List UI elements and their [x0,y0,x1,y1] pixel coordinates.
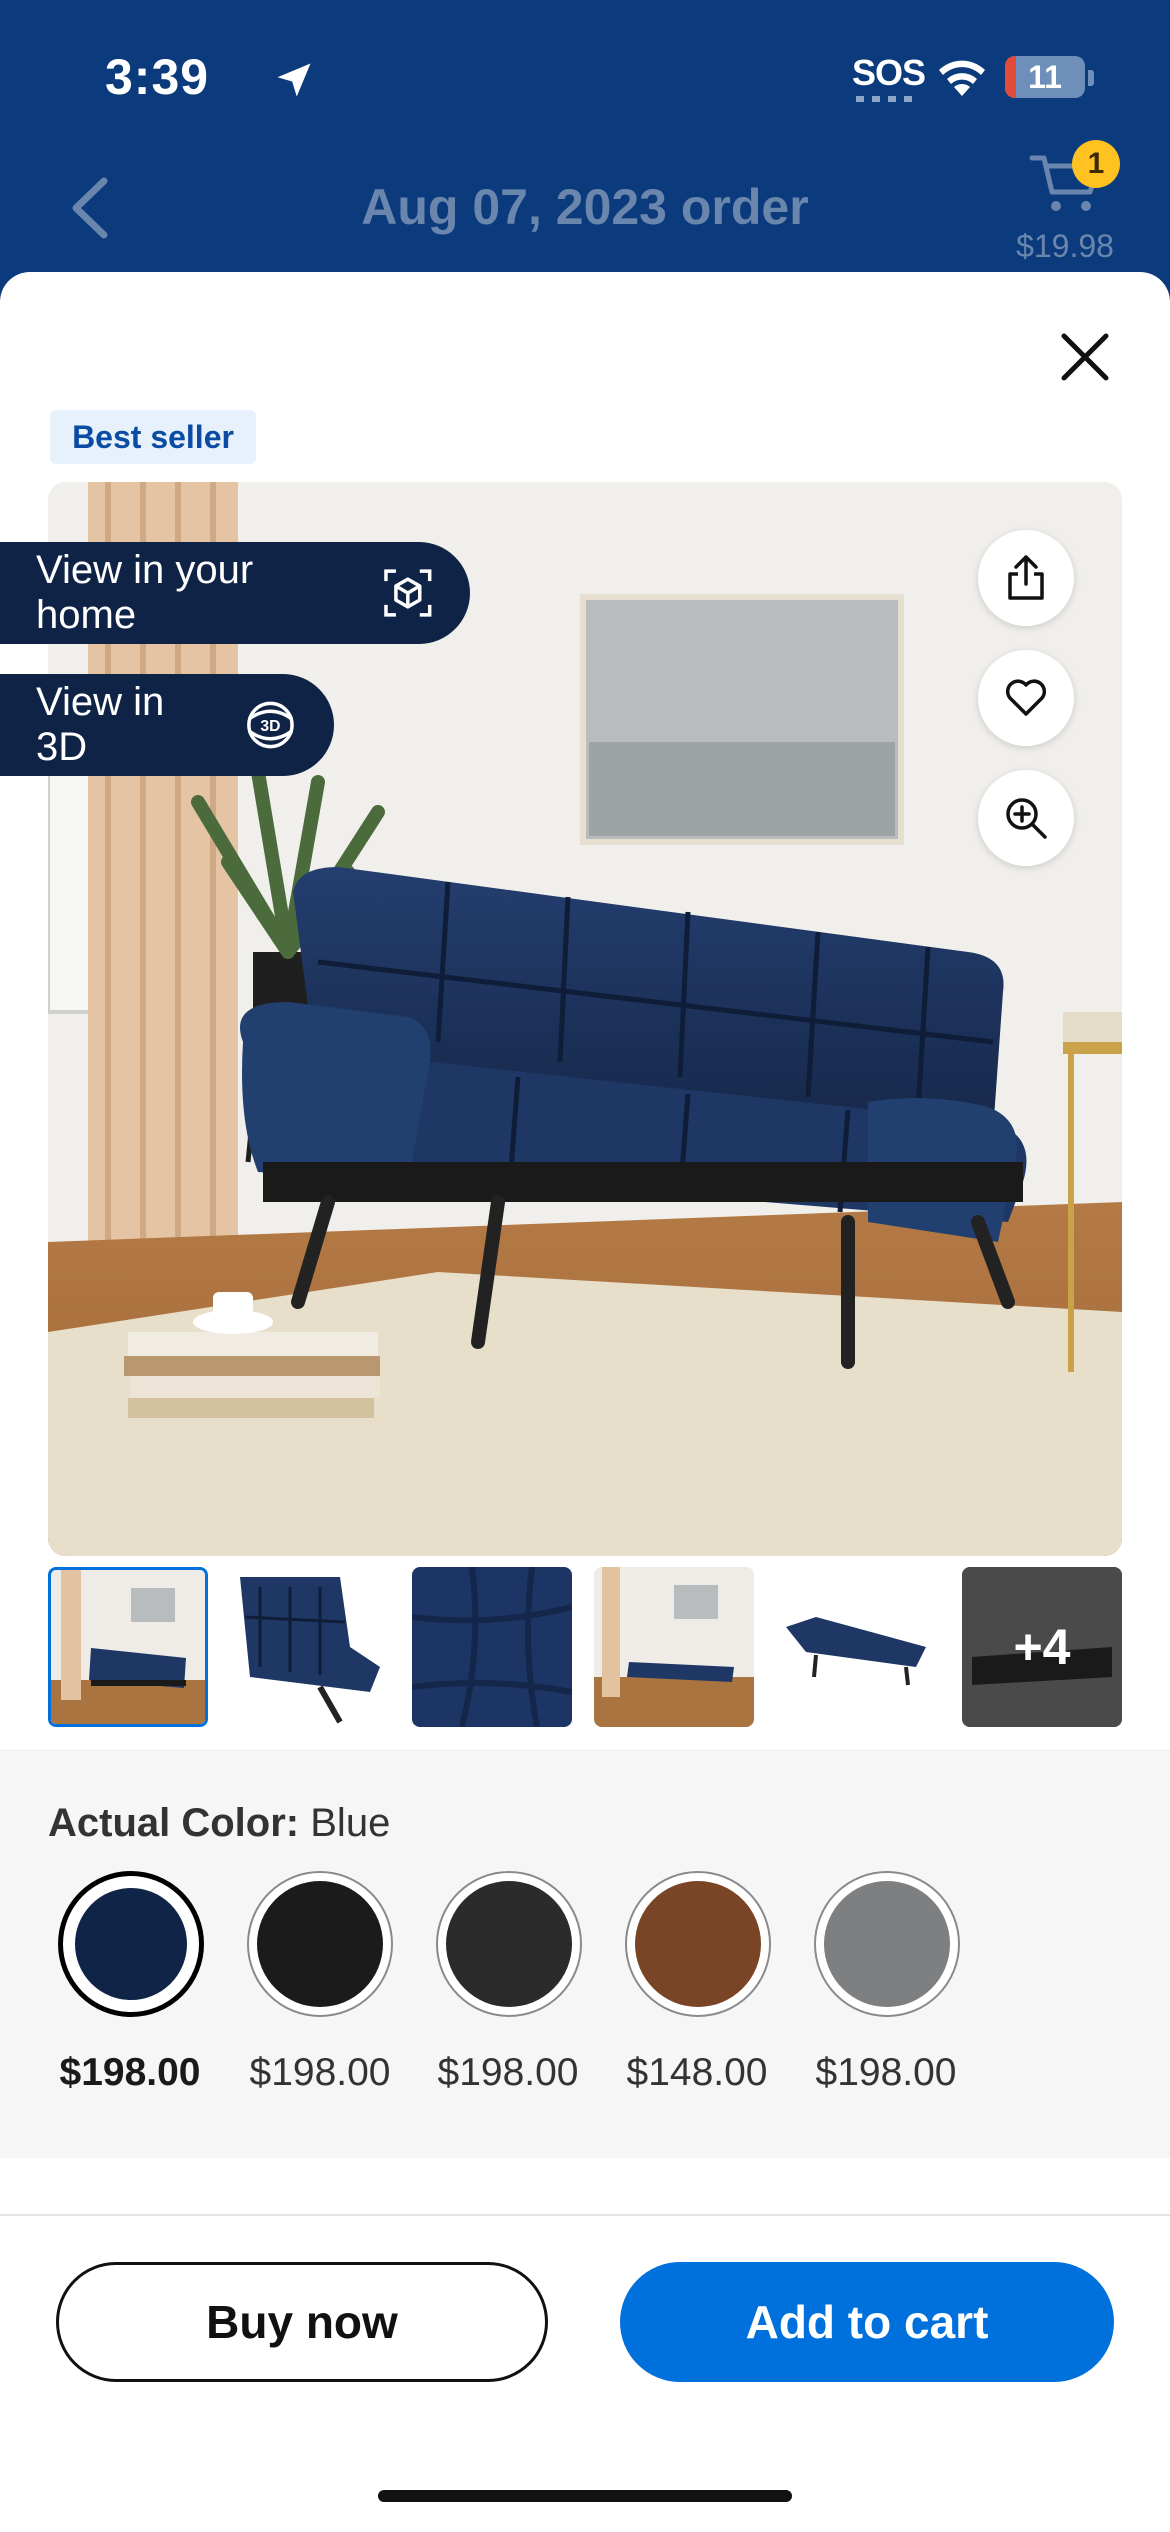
swatch-price-1: $198.00 [59,2051,201,2094]
image-thumbnails: +4 [48,1567,1122,1727]
view-in-home-button[interactable]: View in your home [0,542,470,644]
location-arrow-icon [277,63,311,97]
thumbnail-image [230,1567,390,1727]
thumbnail-image [51,1570,205,1724]
thumbnail-4[interactable] [594,1567,754,1727]
buy-now-button[interactable]: Buy now [56,2262,548,2382]
swatch-color [446,1881,572,2007]
thumbnail-more[interactable]: +4 [962,1567,1122,1727]
view-in-home-label: View in your home [36,548,254,637]
share-icon [1008,555,1044,600]
cart-count-badge: 1 [1072,140,1120,188]
3d-rotate-icon: 3D [247,701,294,749]
share-button[interactable] [978,530,1074,626]
swatch-price-5: $198.00 [815,2051,957,2094]
swatch-price-3: $198.00 [437,2051,579,2094]
wifi-icon [939,60,985,96]
sos-indicator: SOS [852,52,926,93]
thumbnail-2[interactable] [230,1567,390,1727]
color-label: Actual Color: [48,1801,300,1845]
color-swatch-1[interactable] [58,1871,204,2017]
ar-cube-icon [384,569,432,617]
color-swatch-3[interactable] [436,1871,582,2017]
home-indicator[interactable] [378,2490,792,2502]
status-time: 3:39 [105,49,210,105]
close-icon[interactable] [1050,322,1120,392]
zoom-in-icon [1006,798,1047,839]
signal-dots [856,96,918,102]
color-swatch-4[interactable] [625,1871,771,2017]
view-in-3d-button[interactable]: View in 3D 3D [0,674,334,776]
color-swatch-5[interactable] [814,1871,960,2017]
battery-level: 11 [1028,59,1062,95]
divider [0,2214,1170,2216]
swatch-price-4: $148.00 [626,2051,768,2094]
order-title: Aug 07, 2023 order [361,179,809,235]
add-to-cart-button[interactable]: Add to cart [620,2262,1114,2382]
selected-color: Blue [310,1801,391,1845]
thumbnail-image [412,1567,572,1727]
heart-icon [1005,679,1047,716]
favorite-button[interactable] [978,650,1074,746]
swatch-color [257,1881,383,2007]
product-sheet: Best seller View in your home View in 3D… [0,272,1170,2532]
cart-total: $19.98 [1016,228,1114,264]
swatch-price-2: $198.00 [249,2051,391,2094]
svg-text:3D: 3D [261,718,281,735]
thumbnail-5[interactable] [776,1567,936,1727]
swatch-color [70,1883,192,2005]
battery-indicator: 11 [1005,56,1085,98]
thumbnail-3[interactable] [412,1567,572,1727]
thumbnail-image [776,1567,936,1727]
thumbnail-image [594,1567,754,1727]
view-in-3d-label: View in 3D [36,680,165,769]
best-seller-badge: Best seller [50,410,256,464]
thumbnail-1[interactable] [48,1567,208,1727]
zoom-button[interactable] [978,770,1074,866]
app-header: 3:39 SOS 11 Aug 07, 2023 order 1 $19.98 [0,0,1170,300]
swatch-color [824,1881,950,2007]
battery-nub [1088,70,1094,86]
color-title: Actual Color: Blue [48,1801,390,1846]
color-selector: Actual Color: Blue $198.00 $198.00 $198.… [0,1750,1170,2158]
more-images-count: +4 [1013,1619,1071,1675]
swatch-color [635,1881,761,2007]
color-swatch-2[interactable] [247,1871,393,2017]
